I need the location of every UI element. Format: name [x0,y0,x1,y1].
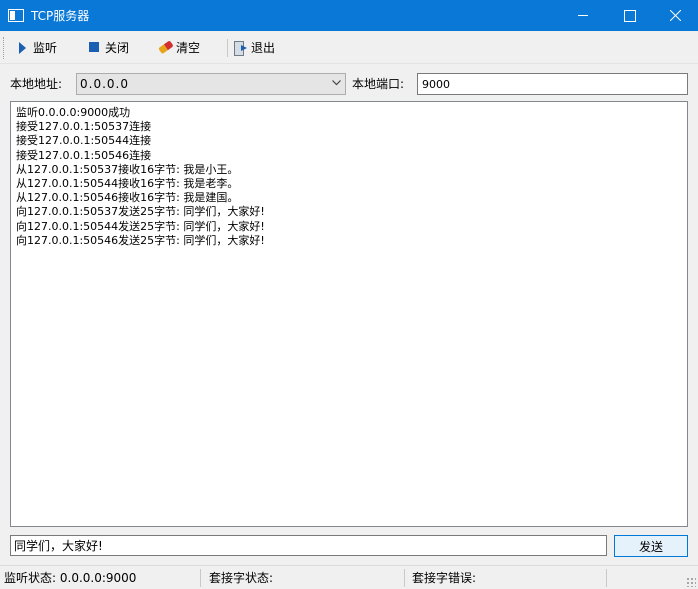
exit-button[interactable]: 退出 [234,36,275,59]
log-line: 从127.0.0.1:50537接收16字节: 我是小王。 [16,162,239,176]
log-line: 从127.0.0.1:50546接收16字节: 我是建国。 [16,191,239,205]
exit-label: 退出 [251,41,276,55]
message-log[interactable]: 监听0.0.0.0:9000成功 接受127.0.0.1:50537连接 接受127… [10,101,688,527]
title-bar[interactable]: TCP服务器 [0,0,698,31]
close-button[interactable]: 关闭 [88,36,129,59]
toolbar-separator [227,39,228,57]
eraser-icon [156,38,174,56]
socket-status-label: 套接字状态: [209,571,274,585]
log-line: 接受127.0.0.1:50544连接 [16,134,152,148]
listen-status-label: 监听状态: [4,571,57,585]
stop-icon [88,41,101,54]
status-divider [404,569,405,587]
resize-grip[interactable] [686,577,696,587]
log-line: 接受127.0.0.1:50546连接 [16,148,152,162]
address-combobox[interactable]: 0.0.0.0 [76,73,346,95]
listen-label: 监听 [33,41,58,55]
message-input[interactable] [10,535,607,556]
close-window-button[interactable] [652,0,698,31]
log-line: 向127.0.0.1:50546发送25字节: 同学们，大家好! [16,233,265,247]
log-line: 接受127.0.0.1:50537连接 [16,120,152,134]
close-label: 关闭 [105,41,130,55]
log-line: 向127.0.0.1:50544发送25字节: 同学们，大家好! [16,219,265,233]
maximize-button[interactable] [606,0,652,31]
status-divider [200,569,201,587]
toolbar-grip[interactable] [3,37,6,59]
exit-door-icon [234,41,247,56]
log-line: 监听0.0.0.0:9000成功 [16,106,131,119]
port-label: 本地端口: [352,77,405,91]
listen-status-value: 0.0.0.0:9000 [59,571,137,585]
send-button[interactable]: 发送 [614,535,688,557]
log-line: 向127.0.0.1:50537发送25字节: 同学们，大家好! [16,205,265,219]
listen-button[interactable]: 监听 [16,36,57,59]
status-divider [606,569,607,587]
clear-label: 清空 [176,41,201,55]
address-label: 本地地址: [10,77,63,91]
chevron-down-icon [332,80,341,86]
socket-error: 套接字错误: [412,571,476,586]
address-value: 0.0.0.0 [80,77,129,91]
status-bar: 监听状态: 0.0.0.0:9000 套接字状态: 套接字错误: [0,565,698,589]
socket-status: 套接字状态: [209,571,273,586]
minimize-button[interactable] [560,0,606,31]
clear-button[interactable]: 清空 [159,36,200,59]
log-line: 从127.0.0.1:50544接收16字节: 我是老李。 [16,177,239,191]
toolbar: 监听 关闭 清空 退出 [0,31,698,64]
app-window-icon [8,9,24,22]
play-icon [16,41,29,54]
close-icon [670,10,681,21]
socket-error-label: 套接字错误: [412,571,477,585]
listen-status: 监听状态: 0.0.0.0:9000 [4,571,136,586]
port-input[interactable] [417,73,688,95]
window-title: TCP服务器 [31,9,90,23]
